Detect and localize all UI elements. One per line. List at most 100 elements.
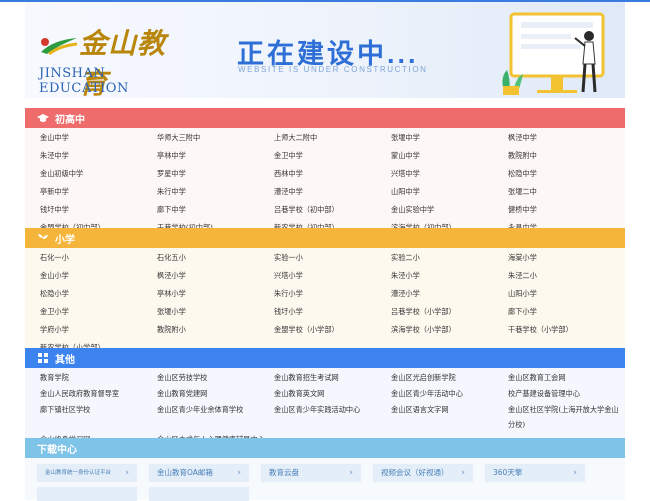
link-item[interactable]: 金山区青少年实践活动中心 bbox=[274, 402, 391, 417]
chevron-right-icon: › bbox=[461, 468, 465, 478]
section-title: 下载中心 bbox=[37, 444, 77, 456]
link-item[interactable]: 学府小学 bbox=[40, 322, 157, 337]
section-secondary-schools: 初高中 金山中学 华师大三附中 上师大二附中 张堰中学 枫泾中学朱泾中学 亭林中学 金卫中学… bbox=[25, 108, 625, 240]
link-item[interactable]: 金山小学 bbox=[40, 268, 157, 283]
link-item[interactable]: 金山区社区学院(上海开放大学金山分校) bbox=[508, 402, 623, 432]
download-link[interactable]: 金山教育OA邮箱 › bbox=[149, 464, 249, 482]
link-item[interactable]: 金山初级中学 bbox=[40, 166, 157, 181]
link-item[interactable]: 朱泾中学 bbox=[40, 148, 157, 163]
header-banner: 金山教育 JINSHAN EDUCATION 正在建设中... WEBSITE … bbox=[25, 2, 625, 98]
download-link[interactable]: 教育云盘 › bbox=[261, 464, 361, 482]
section-header: 初高中 bbox=[25, 108, 625, 128]
link-item[interactable]: 金盟学校（小学部） bbox=[274, 322, 391, 337]
chevron-right-icon: › bbox=[573, 468, 577, 478]
link-item[interactable]: 西林中学 bbox=[274, 166, 391, 181]
link-item[interactable]: 金山区劳技学校 bbox=[157, 370, 274, 385]
link-item[interactable]: 廊下中学 bbox=[157, 202, 274, 217]
link-item[interactable]: 滨海学校（小学部） bbox=[391, 322, 508, 337]
logo-english-text: JINSHAN EDUCATION bbox=[39, 66, 129, 96]
graduation-cap-icon bbox=[37, 114, 49, 122]
link-item[interactable]: 张堰中学 bbox=[391, 130, 508, 145]
link-item[interactable]: 山阳中学 bbox=[391, 184, 508, 199]
link-item[interactable]: 罗星中学 bbox=[157, 166, 274, 181]
section-download-center: 下载中心 金山教育统一身份认证平台 › 金山教育OA邮箱 › 教育云盘 › 视频会议（好视通… bbox=[25, 438, 625, 501]
link-item[interactable]: 吕巷学校（小学部） bbox=[391, 304, 508, 319]
download-link[interactable]: 360天擎 › bbox=[485, 464, 585, 482]
link-item[interactable]: 枫泾中学 bbox=[508, 130, 625, 145]
link-item[interactable]: 朱行中学 bbox=[157, 184, 274, 199]
link-item[interactable]: 廊下小学 bbox=[508, 304, 625, 319]
link-item[interactable]: 亭新中学 bbox=[40, 184, 157, 199]
link-item[interactable]: 亭林中学 bbox=[157, 148, 274, 163]
school-link-grid: 石化一小 石化五小 实验一小 实验二小 海棠小学金山小学 枫泾小学 兴塔小学 朱泾小学 朱泾二小… bbox=[25, 248, 625, 360]
link-item[interactable]: 廊下镇社区学校 bbox=[40, 402, 157, 417]
grid-icon bbox=[38, 353, 48, 363]
link-item[interactable]: 金山区光启创新学院 bbox=[391, 370, 508, 385]
link-item[interactable]: 海棠小学 bbox=[508, 250, 625, 265]
link-item[interactable]: 漕泾小学 bbox=[391, 286, 508, 301]
download-link[interactable]: 视频会议（好视通） › bbox=[373, 464, 473, 482]
link-item[interactable]: 金山中学 bbox=[40, 130, 157, 145]
link-item[interactable]: 金山区青少年活动中心 bbox=[391, 386, 508, 401]
logo-emblem-icon bbox=[41, 38, 78, 56]
download-row-second bbox=[37, 487, 625, 501]
link-item[interactable]: 金卫中学 bbox=[274, 148, 391, 163]
link-item[interactable]: 金山实验中学 bbox=[391, 202, 508, 217]
link-item[interactable]: 教育学院 bbox=[40, 370, 157, 385]
link-item[interactable]: 干巷学校（小学部） bbox=[508, 322, 625, 337]
link-item[interactable]: 张堰小学 bbox=[157, 304, 274, 319]
section-title: 小学 bbox=[55, 234, 75, 246]
link-item[interactable]: 金山区教育工会网 bbox=[508, 370, 625, 385]
link-item[interactable]: 金山人民政府教育督导室 bbox=[40, 386, 157, 401]
link-item[interactable]: 实验一小 bbox=[274, 250, 391, 265]
link-item[interactable]: 朱泾二小 bbox=[508, 268, 625, 283]
link-item[interactable]: 金山区语言文字网 bbox=[391, 402, 508, 417]
link-item[interactable]: 教院附小 bbox=[157, 322, 274, 337]
download-link-placeholder[interactable] bbox=[37, 487, 137, 501]
link-item[interactable]: 实验二小 bbox=[391, 250, 508, 265]
link-item[interactable]: 钱圩中学 bbox=[40, 202, 157, 217]
link-item[interactable]: 华师大三附中 bbox=[157, 130, 274, 145]
link-item[interactable]: 上师大二附中 bbox=[274, 130, 391, 145]
school-link-grid: 金山中学 华师大三附中 上师大二附中 张堰中学 枫泾中学朱泾中学 亭林中学 金卫中学 蒙山中学… bbox=[25, 128, 625, 240]
sprout-icon bbox=[38, 234, 48, 243]
link-item[interactable]: 金卫小学 bbox=[40, 304, 157, 319]
download-label: 金山教育OA邮箱 bbox=[157, 468, 213, 477]
section-others: 其他 教育学院 金山区劳技学校 金山教育招生考试网 金山区光启创新学院 金山区教育工会网… bbox=[25, 348, 625, 450]
link-item[interactable]: 山阳小学 bbox=[508, 286, 625, 301]
link-item[interactable]: 校产基建设备管理中心 bbox=[508, 386, 625, 401]
section-header: 下载中心 bbox=[25, 438, 625, 458]
section-primary-schools: 小学 石化一小 石化五小 实验一小 实验二小 海棠小学金山小学 枫泾小学 兴塔小学 朱泾小学朱… bbox=[25, 228, 625, 360]
link-item[interactable]: 张堰二中 bbox=[508, 184, 625, 199]
link-item[interactable]: 教院附中 bbox=[508, 148, 625, 163]
link-item[interactable]: 兴塔小学 bbox=[274, 268, 391, 283]
link-item[interactable]: 金山教育招生考试网 bbox=[274, 370, 391, 385]
link-item[interactable]: 朱行小学 bbox=[274, 286, 391, 301]
link-item[interactable]: 金山教育党建网 bbox=[157, 386, 274, 401]
site-logo[interactable]: 金山教育 JINSHAN EDUCATION bbox=[39, 20, 189, 98]
chevron-right-icon: › bbox=[237, 468, 241, 478]
link-item[interactable]: 石化五小 bbox=[157, 250, 274, 265]
download-label: 视频会议（好视通） bbox=[381, 468, 449, 477]
section-title: 其他 bbox=[55, 354, 75, 366]
link-item[interactable]: 松隐中学 bbox=[508, 166, 625, 181]
link-item[interactable]: 吕巷学校（初中部） bbox=[274, 202, 391, 217]
link-item[interactable]: 亭林小学 bbox=[157, 286, 274, 301]
download-label: 金山教育统一身份认证平台 bbox=[45, 470, 112, 476]
link-item[interactable]: 钱圩小学 bbox=[274, 304, 391, 319]
download-link[interactable]: 金山教育统一身份认证平台 › bbox=[37, 464, 137, 482]
section-title: 初高中 bbox=[55, 114, 85, 126]
link-item[interactable]: 松隐小学 bbox=[40, 286, 157, 301]
link-item[interactable]: 金山教育英文网 bbox=[274, 386, 391, 401]
download-label: 教育云盘 bbox=[269, 468, 299, 477]
link-item[interactable]: 健桥中学 bbox=[508, 202, 625, 217]
link-item[interactable]: 兴塔中学 bbox=[391, 166, 508, 181]
link-item[interactable]: 枫泾小学 bbox=[157, 268, 274, 283]
link-item[interactable]: 蒙山中学 bbox=[391, 148, 508, 163]
download-link-placeholder[interactable] bbox=[149, 487, 249, 501]
link-item[interactable]: 漕泾中学 bbox=[274, 184, 391, 199]
link-item[interactable]: 朱泾小学 bbox=[391, 268, 508, 283]
link-item[interactable]: 石化一小 bbox=[40, 250, 157, 265]
section-header: 其他 bbox=[25, 348, 625, 368]
link-item[interactable]: 金山区青少年业余体育学校 bbox=[157, 402, 274, 417]
